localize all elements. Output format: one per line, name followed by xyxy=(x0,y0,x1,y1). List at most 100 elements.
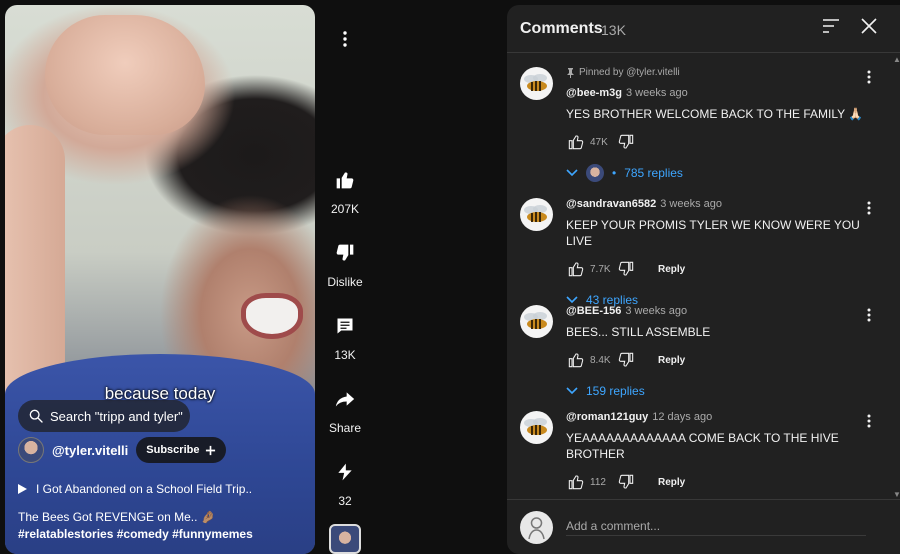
playlist-label: I Got Abandoned on a School Field Trip.. xyxy=(36,482,253,496)
comment-time[interactable]: 3 weeks ago xyxy=(626,87,688,99)
comments-title: Comments xyxy=(520,20,603,37)
video-title: The Bees Got REVENGE on Me.. 🤌🏽 #relatab… xyxy=(18,509,308,543)
remix-count: 32 xyxy=(338,494,352,508)
related-search-label: Search "tripp and tyler" xyxy=(50,408,183,424)
comment-more-button[interactable] xyxy=(859,414,879,434)
subscribe-button[interactable]: Subscribe xyxy=(136,437,227,463)
comment-more-button[interactable] xyxy=(859,70,879,90)
chevron-down-icon xyxy=(566,169,578,177)
comment-username[interactable]: @bee-m3g xyxy=(566,87,622,99)
comment-like-count: 8.4K xyxy=(590,354,611,366)
pinned-indicator: Pinned by @tyler.vitelli xyxy=(566,67,866,78)
sound-thumbnail[interactable] xyxy=(329,524,361,554)
channel-name[interactable]: @tyler.vitelli xyxy=(52,443,128,458)
like-count: 207K xyxy=(330,202,360,216)
more-vert-icon xyxy=(867,308,871,322)
share-label: Share xyxy=(328,421,362,435)
comment-dislike-button[interactable] xyxy=(616,472,636,492)
creator-reply-avatar xyxy=(586,164,604,182)
bee-icon xyxy=(524,312,547,329)
comment-like-button[interactable] xyxy=(566,350,586,370)
video-title-tags[interactable]: #relatablestories #comedy #funnymemes xyxy=(18,527,253,541)
sort-icon xyxy=(823,19,839,33)
add-comment-row xyxy=(507,499,900,554)
comment-count: 13K xyxy=(334,348,356,362)
comment-like-button[interactable] xyxy=(566,472,586,492)
remix-button[interactable]: 32 xyxy=(320,460,370,508)
bee-icon xyxy=(524,74,547,91)
thumb-up-icon xyxy=(336,172,354,189)
related-search-pill[interactable]: Search "tripp and tyler" xyxy=(18,400,190,432)
search-icon xyxy=(29,409,43,423)
commenter-avatar[interactable] xyxy=(520,305,553,338)
pin-icon xyxy=(567,67,574,78)
scroll-down-arrow[interactable]: ▼ xyxy=(893,490,900,499)
comment-text: KEEP YOUR PROMIS TYLER WE KNOW WERE YOU … xyxy=(566,218,860,248)
thumb-up-icon xyxy=(568,475,584,490)
comment-username[interactable]: @sandravan6582 xyxy=(566,198,656,210)
more-vert-icon xyxy=(867,414,871,428)
comment-time[interactable]: 3 weeks ago xyxy=(660,198,722,210)
comment-icon xyxy=(337,318,353,334)
thumb-up-icon xyxy=(568,262,584,277)
bee-icon xyxy=(524,418,547,435)
share-button[interactable]: Share xyxy=(320,387,370,435)
scroll-up-arrow[interactable]: ▲ xyxy=(893,55,900,64)
dislike-label: Dislike xyxy=(327,275,363,289)
video-more-button[interactable] xyxy=(334,28,356,50)
close-icon xyxy=(861,18,877,34)
comment-text: YEAAAAAAAAAAAAA COME BACK TO THE HIVE BR… xyxy=(566,431,839,461)
add-comment-input[interactable] xyxy=(566,516,866,536)
playlist-link[interactable]: I Got Abandoned on a School Field Trip.. xyxy=(18,482,252,496)
comment-time[interactable]: 3 weeks ago xyxy=(625,305,687,317)
thumb-down-icon xyxy=(618,261,634,276)
comment-like-button[interactable] xyxy=(566,132,586,152)
comment-like-button[interactable] xyxy=(566,259,586,279)
comment-more-button[interactable] xyxy=(859,201,879,221)
comment-reply-button[interactable]: Reply xyxy=(658,355,685,366)
view-replies-button[interactable]: 159 replies xyxy=(566,380,866,402)
comments-count: 13K xyxy=(601,22,626,38)
thumb-up-icon xyxy=(568,353,584,368)
avatar-figure-icon xyxy=(528,517,545,540)
comment-like-count: 112 xyxy=(590,476,606,488)
comments-header: Comments 13K xyxy=(507,5,900,53)
comment-text: YES BROTHER WELCOME BACK TO THE FAMILY 🙏… xyxy=(566,107,864,121)
play-icon xyxy=(18,484,27,494)
comment-reply-button[interactable]: Reply xyxy=(658,477,685,488)
dislike-button[interactable]: Dislike xyxy=(320,241,370,289)
comment-reply-button[interactable]: Reply xyxy=(658,264,685,275)
like-button[interactable]: 207K xyxy=(320,168,370,216)
comment-dislike-button[interactable] xyxy=(616,132,636,152)
comment-dislike-button[interactable] xyxy=(616,259,636,279)
comment-username[interactable]: @roman121guy xyxy=(566,411,648,423)
comment-text: BEES... STILL ASSEMBLE xyxy=(566,325,711,339)
plus-icon xyxy=(206,445,216,455)
share-icon xyxy=(335,392,355,407)
channel-avatar[interactable] xyxy=(18,437,44,463)
view-replies-button[interactable]: • 785 replies xyxy=(566,162,866,184)
bee-icon xyxy=(524,205,547,222)
thumb-down-icon xyxy=(618,352,634,367)
thumb-down-icon xyxy=(336,244,354,261)
comment-like-count: 7.7K xyxy=(590,263,611,275)
more-vert-icon xyxy=(867,70,871,84)
sort-comments-button[interactable] xyxy=(822,18,844,40)
commenter-avatar[interactable] xyxy=(520,411,553,444)
comments-button[interactable]: 13K xyxy=(320,314,370,362)
comment-dislike-button[interactable] xyxy=(616,350,636,370)
comment-time[interactable]: 12 days ago xyxy=(652,411,712,423)
thumb-down-icon xyxy=(618,474,634,489)
chevron-down-icon xyxy=(566,296,578,304)
commenter-avatar[interactable] xyxy=(520,67,553,100)
channel-row: @tyler.vitelli Subscribe xyxy=(18,437,227,463)
video-frame-mouth xyxy=(241,293,303,339)
commenter-avatar[interactable] xyxy=(520,198,553,231)
close-comments-button[interactable] xyxy=(861,18,883,40)
comment-username[interactable]: @BEE-156 xyxy=(566,305,621,317)
video-title-text: The Bees Got REVENGE on Me.. 🤌🏽 xyxy=(18,510,216,524)
subscribe-label: Subscribe xyxy=(146,444,200,456)
replies-label: 785 replies xyxy=(624,166,683,180)
comment-more-button[interactable] xyxy=(859,308,879,328)
short-video-player[interactable]: because today Search "tripp and tyler" @… xyxy=(5,5,315,554)
